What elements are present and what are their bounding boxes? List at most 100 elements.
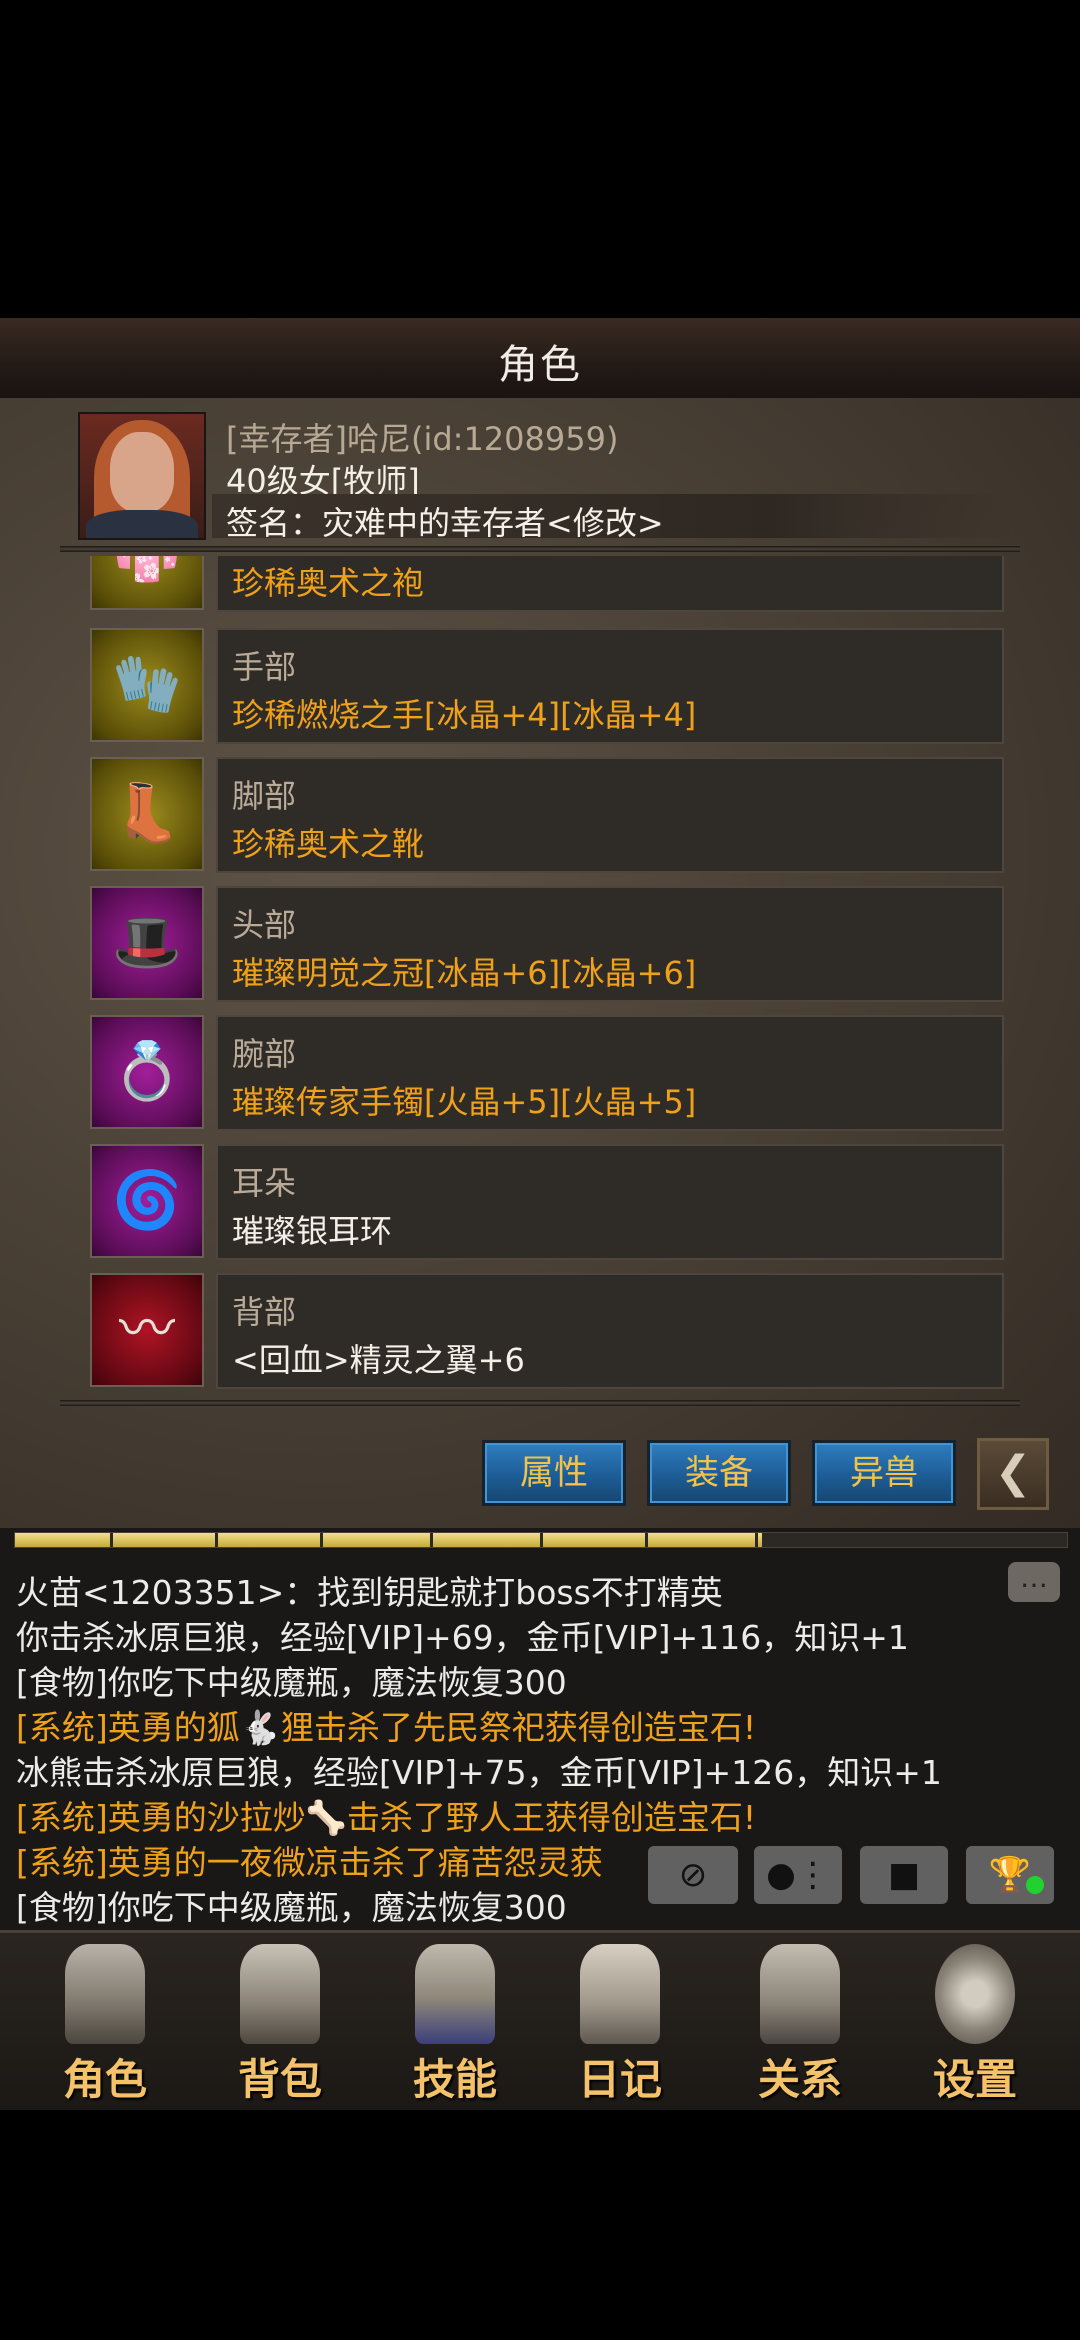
chat-line: [食物]你吃下中级魔瓶，魔法恢复300	[16, 1663, 567, 1702]
page-title: 角色	[498, 342, 582, 388]
equipment-slot-box: 腕部 璀璨传家手镯[火晶+5][火晶+5]	[216, 1015, 1004, 1131]
xp-segment	[755, 1533, 758, 1547]
equipment-slot-box: 脚部 珍稀奥术之靴	[216, 757, 1004, 873]
equipment-row-wrist[interactable]: 💍 腕部 璀璨传家手镯[火晶+5][火晶+5]	[90, 1015, 1004, 1133]
equipment-row-head[interactable]: 🎩 头部 璀璨明觉之冠[冰晶+6][冰晶+6]	[90, 886, 1004, 1004]
compass-icon[interactable]: ⊘	[648, 1846, 738, 1904]
equipment-row-hands[interactable]: 🧤 手部 珍稀燃烧之手[冰晶+4][冰晶+4]	[90, 628, 1004, 746]
back-button[interactable]: ❮	[977, 1438, 1049, 1510]
avatar-face	[110, 432, 174, 512]
nav-label: 角色	[62, 2055, 147, 2104]
avatar-body	[86, 510, 198, 538]
title-bar: 角色	[0, 318, 1080, 400]
robe-icon: 👘	[90, 556, 204, 610]
gear-icon	[935, 1944, 1015, 2044]
nav-item-diary[interactable]: 日记	[545, 1940, 695, 2106]
equipment-slot-box: 背部 <回血>精灵之翼+6	[216, 1273, 1004, 1389]
chevron-left-icon: ❮	[994, 1447, 1032, 1498]
chat-bubble-icon[interactable]: …	[1008, 1562, 1060, 1602]
attributes-button[interactable]: 属性	[482, 1440, 626, 1506]
helmet-icon	[65, 1944, 145, 2044]
nav-label: 关系	[757, 2055, 842, 2104]
nav-label: 背包	[237, 2055, 322, 2104]
equipment-slot-box: 头部 璀璨明觉之冠[冰晶+6][冰晶+6]	[216, 886, 1004, 1002]
robe-glyph: 👘	[92, 556, 202, 608]
nav-label: 设置	[932, 2055, 1017, 2104]
dots-icon[interactable]: ●⋮	[754, 1846, 842, 1904]
hat-glyph: 🎩	[112, 910, 182, 975]
backpack-icon	[240, 1944, 320, 2044]
xp-segment	[110, 1533, 113, 1547]
equipment-slot-label: 背部	[232, 1293, 297, 1331]
divider-bottom	[60, 1400, 1020, 1406]
xp-segment	[430, 1533, 433, 1547]
chat-line: [系统]英勇的沙拉炒🦴击杀了野人王获得创造宝石!	[16, 1798, 757, 1837]
nav-item-skills[interactable]: 技能	[380, 1940, 530, 2106]
chat-line: 你击杀冰原巨狼，经验[VIP]+69，金币[VIP]+116，知识+1	[16, 1618, 909, 1657]
xp-segment	[215, 1533, 218, 1547]
earring-glyph: 🌀	[112, 1168, 182, 1233]
top-blank-area	[0, 0, 1080, 318]
online-dot	[1026, 1876, 1044, 1894]
handshake-icon	[760, 1944, 840, 2044]
nav-item-relations[interactable]: 关系	[725, 1940, 875, 2106]
bracelet-glyph: 💍	[112, 1039, 182, 1104]
player-signature[interactable]: 签名：灾难中的幸存者<修改>	[226, 498, 664, 544]
avatar[interactable]	[78, 412, 206, 540]
scroll-icon	[580, 1944, 660, 2044]
equipment-slot-label: 耳朵	[232, 1164, 297, 1202]
equipment-item-name: 珍稀燃烧之手[冰晶+4][冰晶+4]	[232, 696, 697, 734]
xp-segment	[865, 1533, 868, 1547]
equipment-button[interactable]: 装备	[647, 1440, 791, 1506]
equipment-row-robe[interactable]: 👘 珍稀奥术之袍	[90, 556, 1004, 614]
wizard-hat-icon: 🎩	[90, 886, 204, 1000]
bracelet-icon: 💍	[90, 1015, 204, 1129]
gauntlet-glyph: 🧤	[112, 652, 182, 717]
experience-fill	[15, 1533, 762, 1547]
xp-segment	[645, 1533, 648, 1547]
equipment-item-name: 璀璨传家手镯[火晶+5][火晶+5]	[232, 1083, 697, 1121]
divider-top	[60, 546, 1020, 552]
equipment-item-name: 珍稀奥术之靴	[232, 825, 425, 863]
equipment-item-name: 璀璨明觉之冠[冰晶+6][冰晶+6]	[232, 954, 697, 992]
wings-icon: 〰	[90, 1273, 204, 1387]
player-name: [幸存者]哈尼(id:1208959)	[226, 420, 619, 458]
equipment-item-name: 璀璨银耳环	[232, 1212, 393, 1250]
skill-book-icon	[415, 1944, 495, 2044]
trophy-icon[interactable]: 🏆	[966, 1846, 1054, 1904]
wings-glyph: 〰	[119, 1297, 175, 1362]
nav-item-settings[interactable]: 设置	[900, 1940, 1050, 2106]
equipment-slot-box: 耳朵 璀璨银耳环	[216, 1144, 1004, 1260]
xp-segment	[975, 1533, 978, 1547]
equipment-slot-label: 头部	[232, 906, 297, 944]
equipment-list[interactable]: 👘 珍稀奥术之袍 🧤 手部 珍稀燃烧之手[冰晶+4][冰晶+4] 👢 脚部 珍稀…	[60, 556, 1020, 1394]
nav-label: 日记	[577, 2055, 662, 2104]
chat-line: [食物]你吃下中级魔瓶，魔法恢复300	[16, 1888, 567, 1927]
equipment-item-name: <回血>精灵之翼+6	[232, 1341, 525, 1379]
equipment-row-feet[interactable]: 👢 脚部 珍稀奥术之靴	[90, 757, 1004, 875]
equipment-slot-box: 珍稀奥术之袍	[216, 556, 1004, 612]
nav-item-character[interactable]: 角色	[30, 1940, 180, 2106]
chat-line: [系统]英勇的一夜微凉击杀了痛苦怨灵获	[16, 1843, 603, 1882]
earring-icon: 🌀	[90, 1144, 204, 1258]
bottom-blank-area	[0, 2110, 1080, 2340]
nav-label: 技能	[412, 2055, 497, 2104]
beast-button[interactable]: 异兽	[812, 1440, 956, 1506]
experience-bar	[14, 1532, 1068, 1548]
equipment-slot-label: 脚部	[232, 777, 297, 815]
equipment-slot-box: 手部 珍稀燃烧之手[冰晶+4][冰晶+4]	[216, 628, 1004, 744]
nav-item-bag[interactable]: 背包	[205, 1940, 355, 2106]
equipment-slot-label: 手部	[232, 648, 297, 686]
stop-icon[interactable]: ■	[860, 1846, 948, 1904]
chat-line: 火苗<1203351>：找到钥匙就打boss不打精英	[16, 1573, 723, 1612]
gauntlet-icon: 🧤	[90, 628, 204, 742]
chat-line: 冰熊击杀冰原巨狼，经验[VIP]+75，金币[VIP]+126，知识+1	[16, 1753, 942, 1792]
xp-segment	[320, 1533, 323, 1547]
equipment-row-back[interactable]: 〰 背部 <回血>精灵之翼+6	[90, 1273, 1004, 1391]
equipment-row-ear[interactable]: 🌀 耳朵 璀璨银耳环	[90, 1144, 1004, 1262]
boots-glyph: 👢	[112, 781, 182, 846]
equipment-item-name: 珍稀奥术之袍	[232, 564, 425, 602]
boots-icon: 👢	[90, 757, 204, 871]
chat-line: [系统]英勇的狐🐇狸击杀了先民祭祀获得创造宝石!	[16, 1708, 757, 1747]
xp-segment	[540, 1533, 543, 1547]
